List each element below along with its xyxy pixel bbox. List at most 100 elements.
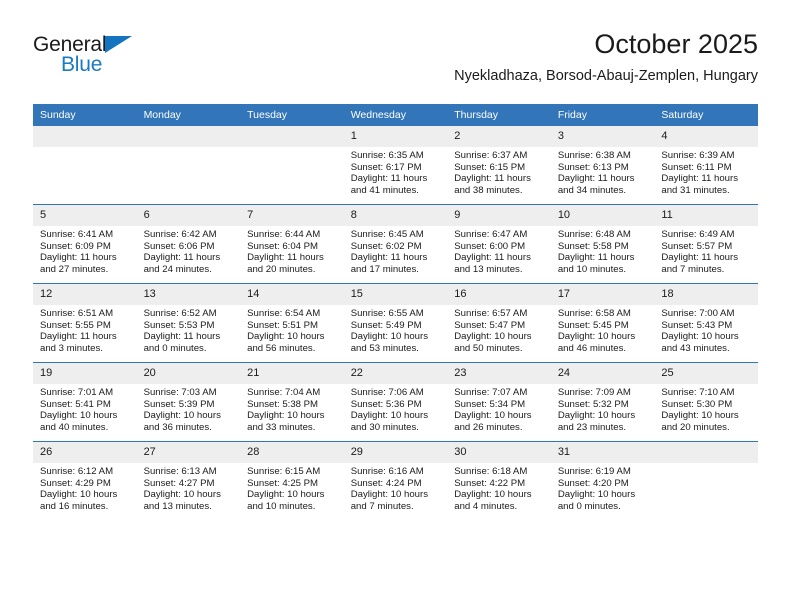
calendar-day-cell[interactable]: 7 Sunrise: 6:44 AM Sunset: 6:04 PM Daylight… [240, 204, 344, 284]
calendar-day-cell[interactable]: 13 Sunrise: 6:52 AM Sunset: 5:53 PM Dayligh… [136, 283, 241, 363]
sunrise-text: Sunrise: 6:47 AM [454, 229, 528, 240]
day-number: 23 [447, 363, 551, 384]
calendar-day-cell[interactable]: 4 Sunrise: 6:39 AM Sunset: 6:11 PM Daylight… [654, 126, 758, 205]
day-details: Sunrise: 7:10 AM Sunset: 5:30 PM Daylight:… [654, 384, 758, 434]
sunset-text: Sunset: 5:36 PM [350, 398, 422, 410]
daylight-text-line1: Daylight: 11 hours [143, 252, 221, 264]
day-number: 8 [343, 205, 448, 226]
calendar-day-cell[interactable]: 19 Sunrise: 7:01 AM Sunset: 5:41 PM Dayligh… [33, 362, 137, 442]
day-details: Sunrise: 7:09 AM Sunset: 5:32 PM Daylight:… [551, 384, 655, 434]
weekday-header-wednesday: Wednesday [343, 104, 448, 126]
day-number: 19 [33, 363, 137, 384]
day-details: Sunrise: 6:39 AM Sunset: 6:11 PM Daylight:… [654, 147, 758, 197]
calendar-week-row: 12 Sunrise: 6:51 AM Sunset: 5:55 PM Dayligh… [33, 283, 758, 363]
calendar-day-cell[interactable]: 23 Sunrise: 7:07 AM Sunset: 5:34 PM Dayligh… [447, 362, 551, 442]
sunrise-text: Sunrise: 6:48 AM [557, 229, 631, 240]
sunrise-text: Sunrise: 6:45 AM [350, 229, 424, 240]
calendar-day-cell[interactable]: 12 Sunrise: 6:51 AM Sunset: 5:55 PM Dayligh… [33, 283, 137, 363]
sunrise-text: Sunrise: 6:16 AM [350, 466, 424, 477]
sunset-text: Sunset: 4:29 PM [40, 477, 111, 489]
daylight-text-line1: Daylight: 11 hours [454, 173, 531, 185]
calendar-day-cell[interactable]: 11 Sunrise: 6:49 AM Sunset: 5:57 PM Dayligh… [654, 204, 758, 284]
calendar-day-cell[interactable]: 17 Sunrise: 6:58 AM Sunset: 5:45 PM Dayligh… [550, 283, 655, 363]
calendar-day-cell[interactable]: 22 Sunrise: 7:06 AM Sunset: 5:36 PM Dayligh… [343, 362, 448, 442]
daylight-text-line2: and 23 minutes. [557, 422, 627, 434]
calendar-day-cell[interactable]: 26 Sunrise: 6:12 AM Sunset: 4:29 PM Dayligh… [33, 441, 137, 520]
sunrise-text: Sunrise: 6:57 AM [454, 308, 528, 319]
day-number: 29 [343, 442, 448, 463]
day-number: 31 [550, 442, 655, 463]
day-number [136, 126, 241, 147]
calendar-week-row: 5 Sunrise: 6:41 AM Sunset: 6:09 PM Daylight… [33, 204, 758, 284]
calendar-day-cell[interactable]: 2 Sunrise: 6:37 AM Sunset: 6:15 PM Daylight… [447, 126, 551, 205]
calendar-day-cell[interactable]: 6 Sunrise: 6:42 AM Sunset: 6:06 PM Daylight… [136, 204, 241, 284]
calendar-week-row: 1 Sunrise: 6:35 AM Sunset: 6:17 PM Daylight… [33, 126, 758, 205]
calendar-day-cell[interactable]: 3 Sunrise: 6:38 AM Sunset: 6:13 PM Daylight… [550, 126, 655, 205]
day-details: Sunrise: 7:00 AM Sunset: 5:43 PM Daylight:… [654, 305, 758, 355]
daylight-text-line2: and 36 minutes. [143, 422, 212, 434]
day-details: Sunrise: 6:18 AM Sunset: 4:22 PM Daylight:… [447, 463, 551, 513]
sunset-text: Sunset: 5:41 PM [40, 398, 111, 410]
daylight-text-line1: Daylight: 10 hours [454, 331, 532, 343]
calendar-day-cell[interactable]: 27 Sunrise: 6:13 AM Sunset: 4:27 PM Dayligh… [136, 441, 241, 520]
daylight-text-line2: and 13 minutes. [143, 501, 212, 513]
daylight-text-line2: and 20 minutes. [661, 422, 730, 434]
calendar-day-cell[interactable]: 25 Sunrise: 7:10 AM Sunset: 5:30 PM Dayligh… [654, 362, 758, 442]
calendar-day-cell-empty [240, 126, 344, 205]
day-details: Sunrise: 6:55 AM Sunset: 5:49 PM Daylight:… [344, 305, 448, 355]
calendar-week-row: 26 Sunrise: 6:12 AM Sunset: 4:29 PM Dayligh… [33, 441, 758, 520]
calendar-day-cell[interactable]: 14 Sunrise: 6:54 AM Sunset: 5:51 PM Dayligh… [240, 283, 344, 363]
daylight-text-line2: and 56 minutes. [247, 343, 316, 355]
day-number: 12 [33, 284, 137, 305]
calendar-day-cell[interactable]: 16 Sunrise: 6:57 AM Sunset: 5:47 PM Dayligh… [447, 283, 551, 363]
calendar-day-cell[interactable]: 28 Sunrise: 6:15 AM Sunset: 4:25 PM Dayligh… [240, 441, 344, 520]
sunset-text: Sunset: 4:22 PM [454, 477, 526, 489]
calendar-day-cell[interactable]: 18 Sunrise: 7:00 AM Sunset: 5:43 PM Dayligh… [654, 283, 758, 363]
calendar-day-cell[interactable]: 30 Sunrise: 6:18 AM Sunset: 4:22 PM Dayligh… [447, 441, 551, 520]
brand-name-blue: Blue [61, 53, 103, 76]
calendar-day-cell[interactable]: 8 Sunrise: 6:45 AM Sunset: 6:02 PM Daylight… [343, 204, 448, 284]
daylight-text-line1: Daylight: 10 hours [557, 410, 636, 422]
day-details: Sunrise: 6:13 AM Sunset: 4:27 PM Daylight:… [137, 463, 241, 513]
calendar-day-cell[interactable]: 29 Sunrise: 6:16 AM Sunset: 4:24 PM Dayligh… [343, 441, 448, 520]
sunset-text: Sunset: 5:45 PM [557, 319, 629, 331]
triangle-icon [105, 36, 132, 53]
calendar-day-cell[interactable]: 10 Sunrise: 6:48 AM Sunset: 5:58 PM Dayligh… [550, 204, 655, 284]
daylight-text-line1: Daylight: 10 hours [247, 331, 325, 343]
day-number: 11 [654, 205, 758, 226]
weekday-header-thursday: Thursday [447, 104, 551, 126]
calendar-day-cell[interactable]: 1 Sunrise: 6:35 AM Sunset: 6:17 PM Daylight… [343, 126, 448, 205]
day-details: Sunrise: 7:06 AM Sunset: 5:36 PM Daylight:… [344, 384, 448, 434]
daylight-text-line1: Daylight: 11 hours [143, 331, 221, 343]
daylight-text-line1: Daylight: 10 hours [661, 410, 739, 422]
calendar-day-cell[interactable]: 24 Sunrise: 7:09 AM Sunset: 5:32 PM Dayligh… [550, 362, 655, 442]
daylight-text-line2: and 3 minutes. [40, 343, 103, 355]
sunset-text: Sunset: 6:00 PM [454, 240, 526, 252]
calendar-day-cell[interactable]: 20 Sunrise: 7:03 AM Sunset: 5:39 PM Dayligh… [136, 362, 241, 442]
day-number [33, 126, 137, 147]
sunrise-text: Sunrise: 6:35 AM [350, 150, 424, 161]
calendar-grid: Sunday Monday Tuesday Wednesday Thursday… [33, 104, 758, 520]
sunrise-text: Sunrise: 7:06 AM [350, 387, 424, 398]
sunrise-text: Sunrise: 7:07 AM [454, 387, 528, 398]
sunrise-text: Sunrise: 6:37 AM [454, 150, 528, 161]
daylight-text-line1: Daylight: 11 hours [350, 173, 428, 185]
sunset-text: Sunset: 6:11 PM [661, 161, 732, 173]
sunset-text: Sunset: 6:04 PM [247, 240, 319, 252]
sunrise-text: Sunrise: 6:39 AM [661, 150, 735, 161]
sunset-text: Sunset: 6:17 PM [350, 161, 422, 173]
calendar-day-cell[interactable]: 31 Sunrise: 6:19 AM Sunset: 4:20 PM Dayligh… [550, 441, 655, 520]
calendar-day-cell[interactable]: 21 Sunrise: 7:04 AM Sunset: 5:38 PM Dayligh… [240, 362, 344, 442]
day-details: Sunrise: 6:35 AM Sunset: 6:17 PM Daylight:… [344, 147, 448, 197]
calendar-day-cell[interactable]: 15 Sunrise: 6:55 AM Sunset: 5:49 PM Dayligh… [343, 283, 448, 363]
sunrise-text: Sunrise: 6:18 AM [454, 466, 528, 477]
calendar-day-cell[interactable]: 9 Sunrise: 6:47 AM Sunset: 6:00 PM Daylight… [447, 204, 551, 284]
day-number: 10 [550, 205, 655, 226]
sunset-text: Sunset: 5:32 PM [557, 398, 629, 410]
sunset-text: Sunset: 4:25 PM [247, 477, 319, 489]
daylight-text-line2: and 10 minutes. [557, 264, 627, 276]
sunrise-text: Sunrise: 7:03 AM [143, 387, 217, 398]
calendar-day-cell[interactable]: 5 Sunrise: 6:41 AM Sunset: 6:09 PM Daylight… [33, 204, 137, 284]
page-title: October 2025 [594, 29, 758, 59]
day-details: Sunrise: 6:47 AM Sunset: 6:00 PM Daylight:… [447, 226, 551, 276]
